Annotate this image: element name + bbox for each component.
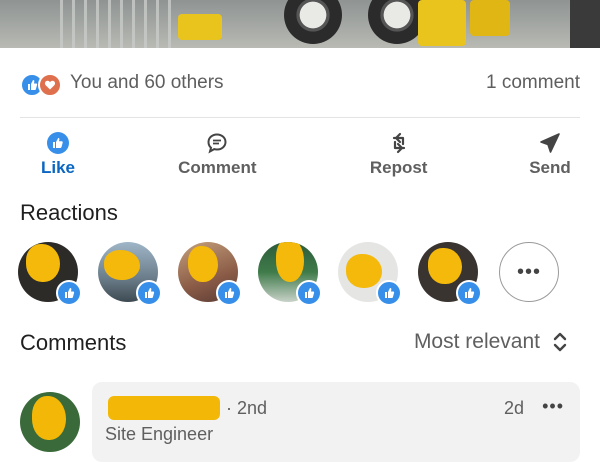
image-wheel [284, 0, 342, 44]
redaction [104, 250, 140, 280]
sort-toggle-icon [553, 332, 567, 352]
redaction [32, 396, 66, 440]
redaction [276, 242, 304, 282]
reactor-avatar[interactable] [178, 242, 242, 306]
reaction-summary[interactable]: You and 60 others [20, 71, 224, 97]
social-counts-row: You and 60 others 1 comment [20, 66, 580, 100]
comment-label: Comment [178, 158, 257, 177]
send-button[interactable]: Send [520, 124, 580, 184]
comment-bubble-icon [204, 130, 230, 156]
comment-item: · 2nd 2d ••• Site Engineer [92, 382, 580, 462]
redaction [26, 244, 60, 282]
reaction-count-text[interactable]: You and 60 others [70, 72, 224, 94]
commenter-name-redacted[interactable] [108, 396, 220, 420]
send-label: Send [529, 158, 571, 177]
love-icon [38, 73, 62, 97]
divider [20, 117, 580, 118]
social-action-bar: Like Comment Repost Send [20, 124, 580, 184]
image-dark-edge [570, 0, 600, 48]
sort-label: Most relevant [413, 330, 540, 353]
comment-count-link[interactable]: 1 comment [486, 72, 580, 94]
comment-menu-button[interactable]: ••• [542, 396, 564, 417]
post-image[interactable] [0, 0, 600, 48]
reaction-icons [20, 71, 64, 97]
image-yellow-object [418, 0, 466, 46]
repost-button[interactable]: Repost [339, 124, 459, 184]
comment-sort-dropdown[interactable]: Most relevant [414, 330, 568, 354]
reactions-heading: Reactions [20, 200, 118, 225]
reactors-list: ••• [18, 240, 578, 308]
more-reactors-button[interactable]: ••• [499, 242, 559, 302]
connection-degree: · 2nd [226, 398, 268, 418]
repost-icon [386, 130, 412, 156]
image-yellow-object [178, 14, 222, 40]
like-badge-icon [456, 280, 482, 306]
redaction [188, 246, 218, 282]
like-badge-icon [376, 280, 402, 306]
reactor-avatar[interactable] [258, 242, 322, 306]
thumbs-up-icon [45, 130, 71, 156]
send-icon [537, 130, 563, 156]
like-button[interactable]: Like [20, 124, 96, 184]
image-fence [60, 0, 180, 48]
reactor-avatar[interactable] [98, 242, 162, 306]
like-label: Like [40, 158, 76, 177]
like-badge-icon [56, 280, 82, 306]
comments-heading: Comments [20, 330, 127, 355]
commenter-avatar[interactable] [20, 392, 80, 452]
reactor-avatar[interactable] [18, 242, 82, 306]
like-badge-icon [296, 280, 322, 306]
redaction [428, 248, 462, 284]
reactor-avatar[interactable] [418, 242, 482, 306]
like-badge-icon [216, 280, 242, 306]
like-badge-icon [136, 280, 162, 306]
comment-timestamp: 2d [503, 398, 524, 418]
commenter-headline: Site Engineer [105, 424, 214, 444]
repost-label: Repost [369, 158, 428, 177]
reactor-avatar[interactable] [338, 242, 402, 306]
image-yellow-object [470, 0, 510, 36]
comment-button[interactable]: Comment [157, 124, 277, 184]
redaction [346, 254, 382, 288]
